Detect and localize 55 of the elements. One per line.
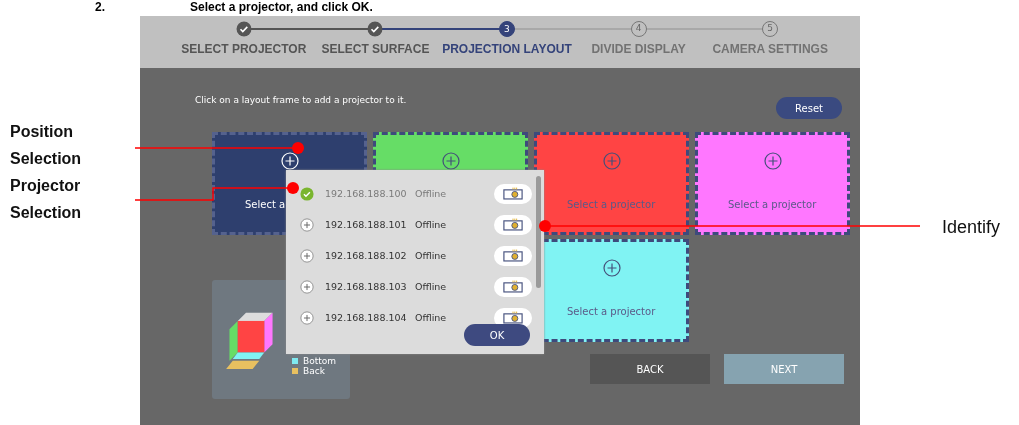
back-button[interactable]: BACK [590, 354, 710, 384]
legend-label: Bottom [303, 355, 336, 366]
frame-label: Select a [245, 199, 286, 210]
callout-label: Identify [942, 216, 1002, 239]
callout-label: Projector Selection [10, 176, 83, 223]
add-icon [300, 217, 314, 232]
projector-icon [503, 249, 523, 262]
ok-button[interactable]: OK [464, 324, 530, 346]
identify-button[interactable] [494, 245, 532, 266]
step-number: 4 [630, 21, 647, 37]
step-number: 3 [499, 21, 515, 37]
hint-text: Click on a layout frame to add a projector to it. [195, 95, 407, 105]
reset-button[interactable]: Reset [776, 97, 842, 119]
add-icon [300, 310, 314, 325]
projector-status: Offline [415, 250, 448, 261]
check-icon [300, 186, 314, 201]
add-icon [763, 152, 782, 170]
cube-drawing [226, 310, 276, 369]
identify-button[interactable] [494, 183, 532, 204]
projector-status: Offline [415, 281, 448, 292]
scrollbar-thumb[interactable] [536, 176, 541, 288]
callout-label: Position Selection [10, 122, 83, 169]
projector-icon [503, 311, 523, 324]
projector-ip: 192.168.188.102 [325, 250, 408, 261]
next-button[interactable]: NEXT [724, 354, 844, 384]
add-icon [441, 152, 460, 170]
add-icon [280, 152, 299, 170]
identify-button[interactable] [494, 307, 532, 328]
add-icon [602, 152, 621, 170]
add-icon [300, 248, 314, 263]
add-icon [602, 259, 621, 277]
projector-ip: 192.168.188.103 [325, 281, 408, 292]
identify-button[interactable] [494, 214, 532, 235]
instruction-text: Select a projector, and click OK. [190, 0, 373, 14]
projector-status: Offline [415, 312, 448, 323]
legend-label: Back [303, 365, 325, 376]
frame-label: Select a projector [567, 199, 656, 210]
frame-label: Select a projector [728, 199, 817, 210]
step-label[interactable]: SELECT PROJECTOR [181, 42, 307, 56]
projector-icon [503, 280, 523, 293]
layout-frame[interactable]: Select a projector [695, 132, 850, 235]
step-number: 5 [762, 21, 779, 37]
projector-status: Offline [415, 219, 448, 230]
step-label[interactable]: SELECT SURFACE [321, 42, 430, 56]
projector-icon [503, 187, 523, 200]
projector-icon [503, 218, 523, 231]
step-label[interactable]: PROJECTION LAYOUT [442, 42, 572, 56]
add-icon [300, 279, 314, 294]
identify-button[interactable] [494, 276, 532, 297]
projector-row[interactable]: 192.168.188.103 Offline [300, 271, 532, 302]
step-number: 2. [95, 0, 106, 14]
projector-row[interactable]: 192.168.188.102 Offline [300, 240, 532, 271]
projector-status: Offline [415, 188, 448, 199]
projector-ip: 192.168.188.104 [325, 312, 408, 323]
frame-label: Select a projector [567, 306, 656, 317]
